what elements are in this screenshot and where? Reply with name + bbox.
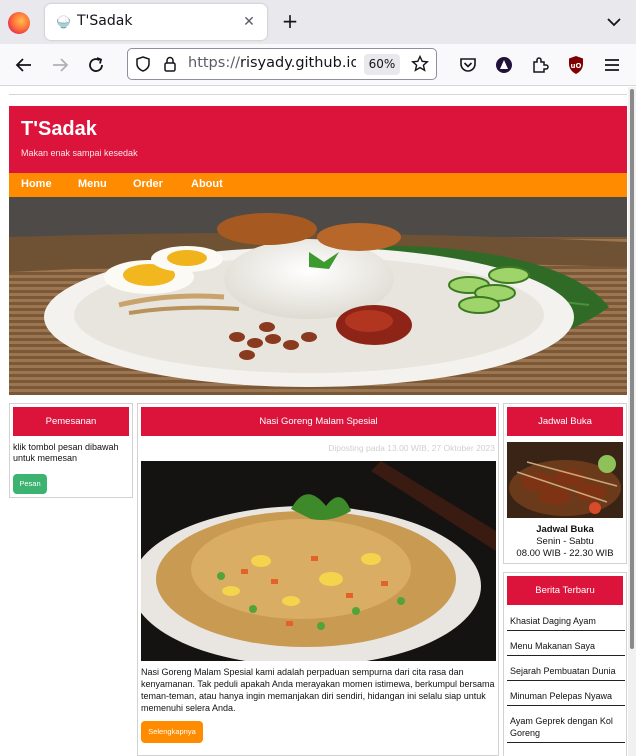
news-item[interactable]: Sejarah Pembuatan Dunia [507,661,625,681]
nav-about-link[interactable]: About [191,178,223,190]
satay-image [507,442,623,518]
web-page: T'Sadak Makan enak sampai kesedak Home M… [0,87,628,756]
back-arrow-icon[interactable] [12,53,36,77]
read-more-button[interactable]: Selengkapnya [141,721,203,743]
url-bar[interactable]: https://risyady.github.io 60% [127,48,437,80]
chevron-down-icon[interactable] [604,12,624,32]
fried-rice-image [141,461,496,661]
article-body: Nasi Goreng Malam Spesial kami adalah pe… [141,667,495,713]
news-item[interactable]: Ayam Geprek dengan Kol Goreng [507,711,625,743]
news-list: Khasiat Daging Ayam Menu Makanan Saya Se… [507,611,625,748]
main-article: Nasi Goreng Malam Spesial Diposting pada… [137,403,499,756]
order-box-heading: Pemesanan [13,407,129,436]
navigation-toolbar: https://risyady.github.io 60% uO [0,44,636,86]
tab-tsadak[interactable]: 🍚 T'Sadak ✕ [45,4,267,40]
lock-icon[interactable] [161,55,179,73]
rice-bowl-icon: 🍚 [56,15,71,29]
url-host: risyady.github.io [239,55,356,71]
forward-arrow-icon[interactable] [48,53,72,77]
article-heading: Nasi Goreng Malam Spesial [141,407,496,436]
url-protocol: https:// [188,55,240,71]
news-item[interactable]: Menu Makanan Saya [507,636,625,656]
nav-home-link[interactable]: Home [21,178,52,190]
page-scrollbar-thumb[interactable] [630,89,634,649]
url-text[interactable]: https://risyady.github.io [188,55,356,71]
tab-bar: 🍚 T'Sadak ✕ + [0,0,636,44]
schedule-heading: Jadwal Buka [507,407,623,436]
close-tab-icon[interactable]: ✕ [239,12,259,32]
order-box: Pemesanan klik tombol pesan dibawah untu… [9,403,133,498]
menu-hamburger-icon[interactable] [600,53,624,77]
nav-order-link[interactable]: Order [133,178,163,190]
svg-text:uO: uO [571,62,582,70]
schedule-days: Senin - Sabtu [536,536,594,547]
post-meta: Diposting pada 13.00 WIB, 27 Oktober 202… [328,443,495,453]
latest-news-box: Berita Terbaru Khasiat Daging Ayam Menu … [503,572,627,756]
site-nav: Home Menu Order About [9,173,627,197]
nav-menu-link[interactable]: Menu [78,178,107,190]
tab-title: T'Sadak [77,13,133,29]
site-title: T'Sadak [21,118,97,140]
new-tab-icon[interactable]: + [279,10,301,32]
extensions-puzzle-icon[interactable] [528,53,552,77]
zoom-level-badge[interactable]: 60% [364,54,400,75]
latest-news-heading: Berita Terbaru [507,576,623,605]
firefox-icon[interactable] [8,12,30,34]
schedule-box: Jadwal Buka Jadwal Buka Senin - Sabtu 08… [503,403,627,564]
schedule-hours: 08.00 WIB - 22.30 WIB [516,548,614,559]
order-button[interactable]: Pesan [13,474,47,494]
account-avatar-icon[interactable] [492,53,516,77]
news-item[interactable]: Khasiat Daging Ayam [507,611,625,631]
pocket-icon[interactable] [456,53,480,77]
site-header: T'Sadak Makan enak sampai kesedak [9,106,627,173]
ublock-origin-icon[interactable]: uO [564,53,588,77]
hero-food-image [9,197,627,395]
page-divider [9,94,627,95]
news-item[interactable]: Minuman Pelepas Nyawa [507,686,625,706]
schedule-title: Jadwal Buka [536,524,594,535]
bookmark-star-icon[interactable] [410,54,430,74]
reload-icon[interactable] [84,53,108,77]
order-instructions: klik tombol pesan dibawah untuk memesan [13,442,119,463]
site-tagline: Makan enak sampai kesedak [21,148,138,158]
shield-icon[interactable] [134,55,152,73]
